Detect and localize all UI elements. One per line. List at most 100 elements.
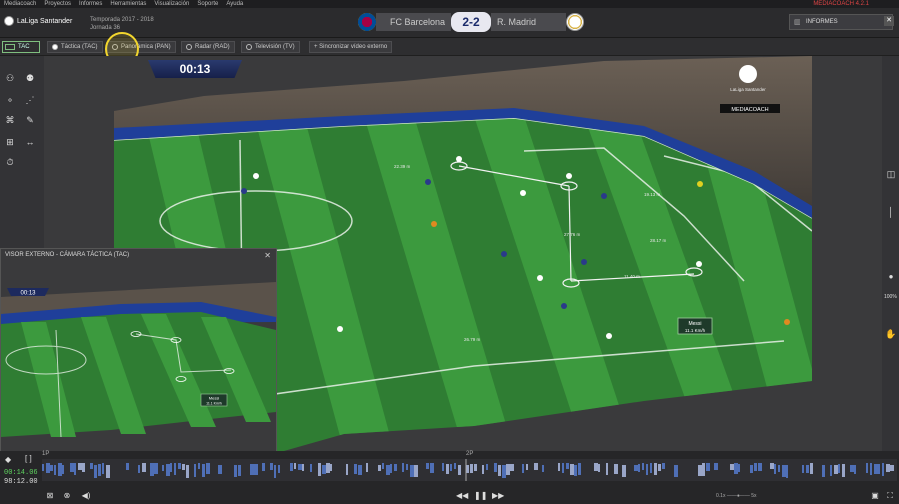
- menu-herramientas[interactable]: Herramientas: [110, 0, 146, 8]
- timeline-event-mark: [270, 463, 273, 470]
- step-forward-icon[interactable]: ▶▶: [492, 491, 504, 501]
- draw-icon[interactable]: ✎: [24, 114, 36, 126]
- menu-soporte[interactable]: Soporte: [197, 0, 218, 8]
- timeline-event-mark: [594, 463, 598, 471]
- top-bar: LaLiga Santander Temporada 2017 - 2018 J…: [0, 8, 899, 38]
- timeline-event-mark: [494, 463, 497, 472]
- zone-icon[interactable]: ⌘: [4, 114, 16, 126]
- timeline-event-mark: [186, 465, 189, 478]
- timeline-event-mark: [758, 463, 762, 471]
- sync-label: + Sincronizar vídeo externo: [314, 44, 388, 50]
- overlay-brand: MEDIACOACH: [731, 107, 768, 113]
- timeline-event-mark: [414, 465, 418, 477]
- distance-label: 28.17 m: [650, 238, 667, 243]
- timeline-event-mark: [274, 465, 276, 478]
- external-viewer-close-icon[interactable]: ✕: [264, 249, 271, 262]
- external-viewer-video[interactable]: Messi 11.1 Km/h 00:13: [1, 262, 276, 451]
- scoreboard: FC Barcelona 2-2 R. Madrid: [358, 11, 584, 33]
- timeline-event-mark: [218, 465, 222, 474]
- timeline-event-mark: [778, 465, 780, 472]
- speed-control[interactable]: 0.1x ——●—— 5x: [716, 493, 757, 499]
- timeline-event-mark: [770, 463, 774, 469]
- timeline-event-mark: [126, 463, 129, 470]
- timeline-event-mark: [510, 464, 514, 471]
- menu-bar: Mediacoach Proyectos Informes Herramient…: [0, 0, 899, 8]
- current-time: 00:14.06: [4, 469, 38, 477]
- timeline-event-mark: [54, 465, 56, 475]
- timeline-event-mark: [570, 464, 574, 475]
- timeline-event-mark: [82, 463, 85, 472]
- camera-option-tac[interactable]: Táctica (TAC): [47, 41, 103, 53]
- menu-proyectos[interactable]: Proyectos: [44, 0, 71, 8]
- formation-icon[interactable]: ⚬: [4, 94, 16, 106]
- timeline-event-mark: [662, 463, 665, 469]
- real-madrid-crest-icon: [566, 13, 584, 31]
- timeline-event-mark: [42, 464, 44, 471]
- sync-external-video-button[interactable]: + Sincronizar vídeo externo: [309, 41, 393, 53]
- timeline-event-mark: [850, 465, 854, 472]
- screen-icon[interactable]: ▣: [869, 491, 881, 501]
- menu-ayuda[interactable]: Ayuda: [226, 0, 243, 8]
- timeline-event-mark: [446, 464, 449, 474]
- reports-dropdown[interactable]: INFORMES: [789, 14, 893, 30]
- pause-icon[interactable]: ❚❚: [474, 491, 487, 501]
- radio-icon: [246, 44, 252, 50]
- timeline-events[interactable]: [42, 459, 897, 481]
- volume-icon[interactable]: ◀): [80, 491, 92, 501]
- player-group-icon[interactable]: ⚉: [24, 72, 36, 84]
- chat-icon[interactable]: ◫: [885, 168, 897, 180]
- timeline-event-mark: [578, 463, 581, 475]
- timeline-event-mark: [298, 464, 302, 470]
- menu-mediacoach[interactable]: Mediacoach: [4, 0, 36, 8]
- timeline-event-mark: [802, 465, 804, 473]
- timeline-event-mark: [62, 465, 64, 474]
- pitch-lines-icon[interactable]: ⊞: [4, 136, 16, 148]
- tac-toggle[interactable]: TAC: [2, 41, 40, 53]
- timeline-event-mark: [854, 465, 856, 474]
- radio-icon: [52, 44, 58, 50]
- timeline-event-mark: [830, 465, 832, 476]
- timeline-event-mark: [838, 464, 840, 473]
- timeline-event-mark: [730, 464, 734, 470]
- cancel-icon[interactable]: ⊗: [61, 491, 73, 501]
- timeline-event-mark: [234, 465, 237, 477]
- timeline-event-mark: [326, 463, 330, 473]
- marker-icon[interactable]: ◆: [5, 455, 11, 464]
- camera-option-rad[interactable]: Radar (RAD): [181, 41, 235, 53]
- timeline-event-mark: [142, 463, 146, 472]
- player-tag-name: Messi: [688, 321, 701, 327]
- timeline-event-mark: [450, 464, 452, 471]
- timeline-event-mark: [198, 463, 200, 469]
- external-viewer-title-bar[interactable]: VISOR EXTERNO - CÁMARA TÁCTICA (TAC) ✕: [1, 249, 276, 262]
- timer-icon[interactable]: ⏱: [4, 156, 16, 168]
- hand-icon[interactable]: ✋: [885, 328, 897, 340]
- timeline-track[interactable]: [42, 459, 897, 481]
- timeline-event-mark: [70, 463, 74, 472]
- menu-visualizacion[interactable]: Visualización: [154, 0, 189, 8]
- distance-label: 22.39 m: [394, 164, 411, 169]
- player-link-icon[interactable]: ⚇: [4, 72, 16, 84]
- distance-icon[interactable]: ⋰: [24, 94, 36, 106]
- camera-option-tv[interactable]: Televisión (TV): [241, 41, 300, 53]
- total-time: 98:12.00: [4, 478, 38, 486]
- app-status-text: MEDIACOACH 4.2.1: [813, 1, 869, 7]
- zoom-knob-icon[interactable]: ●: [885, 271, 897, 283]
- timeline-event-mark: [562, 463, 564, 473]
- bracket-icon[interactable]: [ ]: [25, 454, 32, 463]
- timeline-event-mark: [46, 463, 50, 473]
- close-button[interactable]: ✕: [884, 16, 894, 26]
- distance-label: 26.79 m: [464, 337, 481, 342]
- step-back-icon[interactable]: ◀◀: [456, 491, 468, 501]
- view-mode-icon[interactable]: ⊠: [44, 491, 56, 501]
- menu-informes[interactable]: Informes: [79, 0, 102, 8]
- radio-icon: [186, 44, 192, 50]
- fullscreen-icon[interactable]: ⛶: [884, 491, 896, 501]
- camera-option-label: Televisión (TV): [255, 44, 295, 50]
- ext-player-tag-name: Messi: [209, 396, 220, 401]
- external-viewer-window[interactable]: VISOR EXTERNO - CÁMARA TÁCTICA (TAC) ✕ M…: [0, 248, 277, 452]
- measure-icon[interactable]: ↔: [24, 136, 36, 148]
- timeline-event-mark: [430, 463, 434, 473]
- speed-min: 0.1x: [716, 493, 726, 499]
- zoom-slider-icon[interactable]: │: [885, 206, 897, 218]
- timeline-event-mark: [358, 465, 362, 475]
